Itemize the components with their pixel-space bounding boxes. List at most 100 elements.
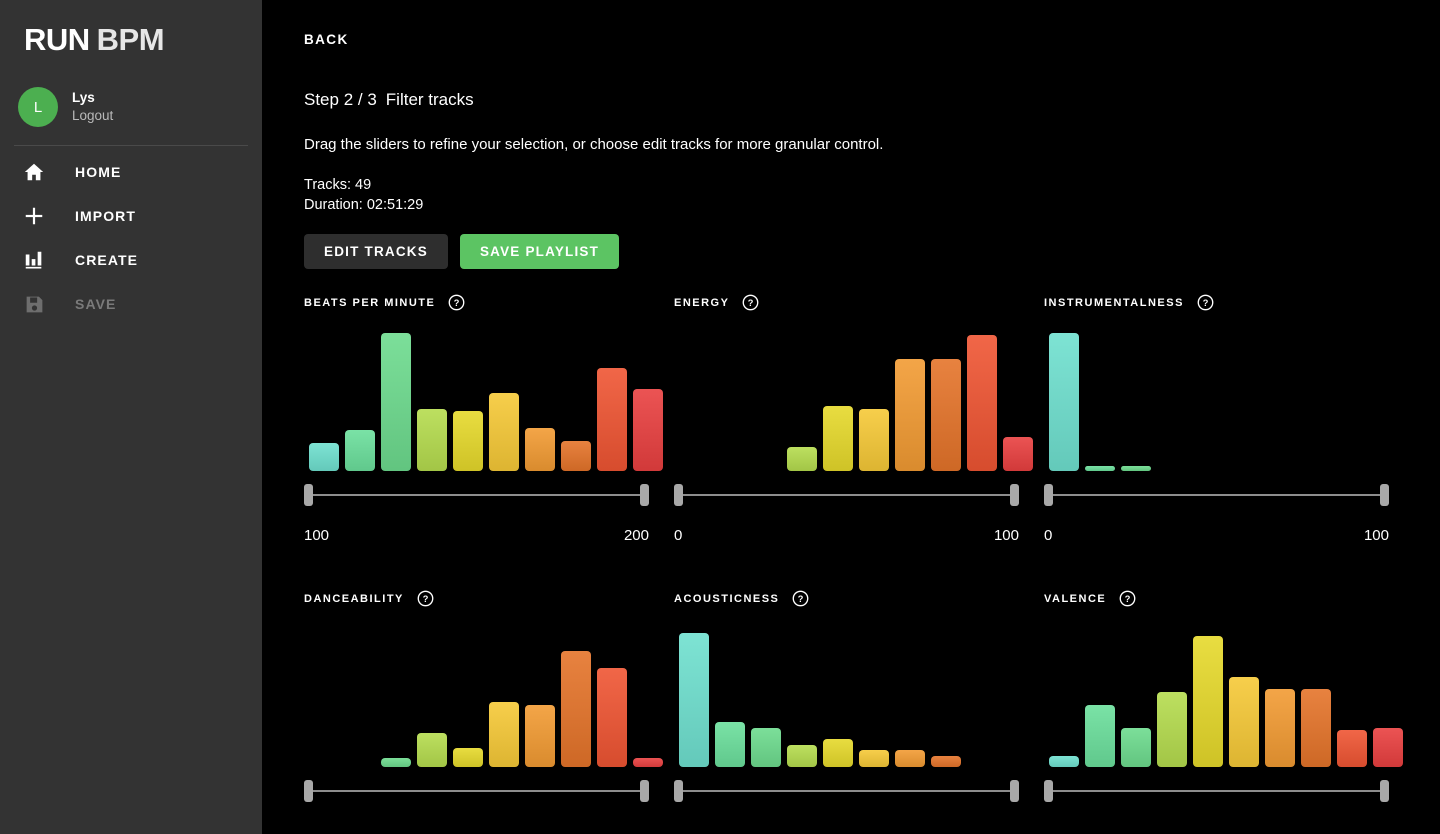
slider-handle-min[interactable] — [304, 483, 313, 506]
slider-track — [1052, 493, 1381, 496]
slider-handle-max[interactable] — [1010, 779, 1019, 802]
save-playlist-button[interactable]: SAVE PLAYLIST — [459, 233, 620, 269]
histogram — [674, 331, 1033, 471]
svg-text:?: ? — [1125, 594, 1131, 604]
sidebar-item-save[interactable]: SAVE — [0, 282, 262, 326]
filter-chart-instrumentalness: INSTRUMENTALNESS? 0 100 — [1044, 293, 1389, 544]
question-mark-circle-icon[interactable]: ? — [1197, 294, 1214, 311]
range-slider[interactable] — [1044, 483, 1389, 506]
tracks-count: Tracks: 49 — [304, 177, 372, 193]
filter-chart-acousticness: ACOUSTICNESS? — [674, 589, 1019, 802]
slider-handle-max[interactable] — [1380, 483, 1389, 506]
question-mark-circle-icon[interactable]: ? — [792, 590, 809, 607]
question-mark-circle-icon[interactable]: ? — [448, 294, 465, 311]
sidebar-item-create[interactable]: CREATE — [0, 238, 262, 282]
histogram-bar — [931, 755, 961, 767]
logout-link[interactable]: Logout — [72, 107, 113, 125]
svg-text:?: ? — [454, 298, 460, 308]
sidebar-item-home[interactable]: HOME — [0, 150, 262, 194]
histogram-bar — [489, 701, 519, 767]
chart-header: ACOUSTICNESS? — [674, 589, 1019, 609]
question-mark-circle-icon[interactable]: ? — [417, 590, 434, 607]
histogram-bar — [823, 405, 853, 471]
axis-labels: 0 100 — [1044, 527, 1389, 544]
histogram-bar — [633, 757, 663, 767]
instructions-text: Drag the sliders to refine your selectio… — [304, 136, 884, 153]
range-slider[interactable] — [304, 779, 649, 802]
chart-header: DANCEABILITY? — [304, 589, 649, 609]
svg-text:?: ? — [748, 298, 754, 308]
histogram-bar — [715, 721, 745, 767]
chart-title: ENERGY — [674, 296, 730, 309]
slider-handle-min[interactable] — [1044, 483, 1053, 506]
user-profile[interactable]: L Lys Logout — [0, 69, 262, 145]
histogram-bar — [453, 747, 483, 767]
sidebar-item-create-label: CREATE — [75, 252, 139, 268]
playlist-stats: Tracks: 49 Duration: 02:51:29 — [304, 175, 1440, 216]
histogram-bar — [597, 367, 627, 471]
range-slider[interactable] — [1044, 779, 1389, 802]
histogram-bar — [1229, 676, 1259, 767]
slider-handle-max[interactable] — [640, 483, 649, 506]
page-title: Filter tracks — [385, 90, 474, 109]
slider-handle-min[interactable] — [1044, 779, 1053, 802]
edit-tracks-button[interactable]: EDIT TRACKS — [304, 233, 448, 269]
histogram-bar — [1049, 755, 1079, 767]
user-name: Lys — [72, 89, 95, 105]
slider-handle-max[interactable] — [1010, 483, 1019, 506]
question-mark-circle-icon[interactable]: ? — [1119, 590, 1136, 607]
histogram-bar — [1265, 688, 1295, 767]
histogram-bar — [931, 358, 961, 471]
histogram-bar — [859, 749, 889, 767]
question-mark-circle-icon[interactable]: ? — [742, 294, 759, 311]
histogram-bar — [381, 332, 411, 471]
action-buttons: EDIT TRACKS SAVE PLAYLIST — [304, 233, 1440, 269]
histogram-bar — [1337, 729, 1367, 767]
range-slider[interactable] — [674, 779, 1019, 802]
slider-track — [312, 789, 641, 792]
axis-labels: 0 100 — [674, 527, 1019, 544]
axis-max-label: 100 — [1363, 526, 1389, 544]
histogram-bar — [453, 410, 483, 471]
histogram-bar — [417, 732, 447, 767]
histogram-bar — [679, 632, 709, 767]
slider-handle-min[interactable] — [674, 779, 683, 802]
axis-min-label: 0 — [1044, 526, 1053, 544]
histogram-bar — [1085, 465, 1115, 471]
histogram-bar — [525, 427, 555, 471]
histogram-bar — [787, 446, 817, 471]
app-logo[interactable]: RUN BPM — [0, 0, 262, 55]
chart-title: INSTRUMENTALNESS — [1044, 296, 1184, 309]
histogram-bar — [1301, 688, 1331, 767]
filter-chart-danceability: DANCEABILITY? — [304, 589, 663, 802]
histogram-bar — [1003, 436, 1033, 471]
slider-handle-max[interactable] — [1380, 779, 1389, 802]
range-slider[interactable] — [674, 483, 1019, 506]
range-slider[interactable] — [304, 483, 649, 506]
back-button[interactable]: BACK — [304, 0, 349, 47]
axis-max-label: 100 — [993, 526, 1019, 544]
histogram-bar — [1085, 704, 1115, 767]
user-meta: Lys Logout — [72, 89, 113, 125]
duration-value: Duration: 02:51:29 — [304, 197, 424, 214]
axis-labels: 100 200 — [304, 527, 649, 544]
slider-track — [1052, 789, 1381, 792]
chart-title: VALENCE — [1044, 592, 1107, 605]
sidebar-nav: HOME IMPORT CREATE SAVE — [0, 146, 262, 326]
histogram-bar — [895, 358, 925, 471]
main-content: BACK Step 2 / 3 Filter tracks Drag the sl… — [262, 0, 1440, 834]
histogram-bar — [561, 440, 591, 471]
slider-handle-min[interactable] — [674, 483, 683, 506]
chart-header: VALENCE? — [1044, 589, 1389, 609]
slider-handle-min[interactable] — [304, 779, 313, 802]
histogram — [304, 627, 663, 767]
slider-track — [682, 789, 1011, 792]
step-counter: Step 2 / 3 — [304, 90, 377, 109]
chart-header: ENERGY? — [674, 293, 1019, 313]
filter-chart-grid: BEATS PER MINUTE? 100 200 ENERGY? 0 100 INSTRU… — [304, 293, 1440, 802]
slider-handle-max[interactable] — [640, 779, 649, 802]
home-icon — [22, 160, 46, 184]
sidebar-item-import[interactable]: IMPORT — [0, 194, 262, 238]
axis-min-label: 0 — [674, 526, 683, 544]
chart-title: BEATS PER MINUTE — [304, 296, 436, 309]
